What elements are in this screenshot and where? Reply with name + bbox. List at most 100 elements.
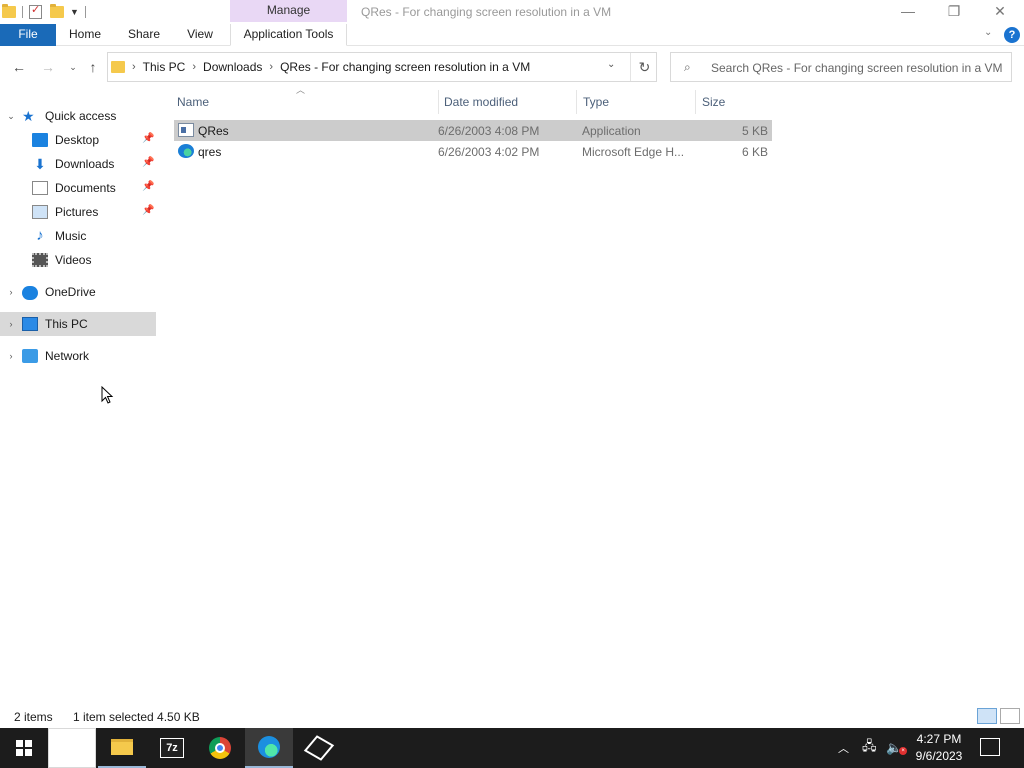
search-icon: ⌕ bbox=[684, 60, 691, 74]
column-header-name[interactable]: Name bbox=[177, 90, 432, 114]
file-row[interactable]: qres 6/26/2003 4:02 PM Microsoft Edge H.… bbox=[174, 141, 772, 162]
chevron-right-icon[interactable]: › bbox=[269, 61, 273, 73]
tab-file[interactable]: File bbox=[0, 24, 56, 46]
up-arrow-icon[interactable]: ↑ bbox=[82, 56, 104, 78]
large-icons-view-icon[interactable] bbox=[1000, 708, 1020, 724]
details-view-icon[interactable] bbox=[977, 708, 997, 724]
help-icon[interactable]: ? bbox=[1004, 27, 1020, 43]
nav-label: Network bbox=[45, 349, 90, 363]
taskbar-7zip[interactable]: 7z bbox=[148, 728, 196, 768]
tab-view[interactable]: View bbox=[181, 24, 219, 46]
cloud-icon bbox=[22, 286, 38, 300]
tab-home[interactable]: Home bbox=[62, 24, 108, 46]
chevron-right-icon[interactable]: › bbox=[0, 319, 22, 329]
taskbar-file-explorer[interactable] bbox=[98, 728, 146, 768]
nav-this-pc[interactable]: › This PC bbox=[0, 312, 156, 336]
clock-time: 4:27 PM bbox=[916, 732, 962, 746]
taskbar-edge[interactable] bbox=[245, 728, 293, 768]
navigation-pane: ⌄ ★ Quick access Desktop 📌 ⬇ Downloads 📌… bbox=[0, 104, 156, 704]
forward-arrow-icon[interactable]: → bbox=[37, 56, 59, 78]
item-count: 2 items bbox=[14, 710, 53, 724]
title-bar: ▼ Manage QRes - For changing screen reso… bbox=[0, 0, 1024, 24]
taskbar-search-button[interactable] bbox=[48, 728, 96, 768]
address-bar[interactable]: › This PC › Downloads › QRes - For chang… bbox=[107, 52, 657, 82]
network-icon bbox=[22, 349, 38, 363]
minimize-button[interactable]: — bbox=[885, 0, 931, 24]
notification-center-icon[interactable] bbox=[980, 738, 1000, 756]
nav-videos[interactable]: Videos bbox=[0, 248, 156, 272]
new-folder-icon[interactable] bbox=[50, 4, 64, 18]
start-button[interactable] bbox=[0, 728, 48, 768]
recent-locations-icon[interactable]: ⌄ bbox=[62, 56, 84, 78]
file-row[interactable]: QRes 6/26/2003 4:08 PM Application 5 KB bbox=[174, 120, 772, 141]
nav-quick-access[interactable]: ⌄ ★ Quick access bbox=[0, 104, 156, 128]
manage-context-header[interactable]: Manage bbox=[230, 0, 347, 22]
computer-icon bbox=[22, 317, 38, 331]
toolbar-divider bbox=[84, 6, 86, 18]
ribbon-tabs: File Home Share View Application Tools ⌄… bbox=[0, 24, 1024, 46]
video-icon bbox=[32, 253, 48, 267]
file-size: 6 KB bbox=[741, 145, 768, 159]
tab-application-tools[interactable]: Application Tools bbox=[230, 24, 347, 46]
nav-label: Pictures bbox=[55, 205, 99, 219]
column-header-type[interactable]: Type bbox=[576, 90, 695, 114]
folder-icon[interactable] bbox=[2, 4, 16, 18]
file-type: Microsoft Edge H... bbox=[582, 145, 685, 159]
back-arrow-icon[interactable]: ← bbox=[8, 56, 30, 78]
file-explorer-icon bbox=[111, 739, 133, 755]
file-name: QRes bbox=[198, 124, 229, 138]
column-header-date-modified[interactable]: Date modified bbox=[438, 90, 576, 114]
restore-button[interactable]: ❐ bbox=[931, 0, 977, 24]
tab-share[interactable]: Share bbox=[123, 24, 165, 46]
nav-label: Desktop bbox=[55, 133, 100, 147]
pin-icon[interactable]: 📌 bbox=[142, 181, 154, 192]
download-icon: ⬇ bbox=[34, 156, 46, 172]
file-date: 6/26/2003 4:02 PM bbox=[438, 145, 540, 159]
status-bar: 2 items 1 item selected 4.50 KB bbox=[0, 704, 1024, 728]
customize-toolbar-icon[interactable]: ▼ bbox=[70, 7, 79, 17]
taskbar-chrome[interactable] bbox=[196, 728, 244, 768]
search-box[interactable]: ⌕ Search QRes - For changing screen reso… bbox=[670, 52, 1012, 82]
star-icon: ★ bbox=[22, 108, 35, 124]
chevron-right-icon[interactable]: › bbox=[0, 287, 22, 297]
document-icon bbox=[32, 181, 48, 195]
pin-icon[interactable]: 📌 bbox=[142, 133, 154, 144]
refresh-icon[interactable]: ↻ bbox=[630, 53, 658, 81]
volume-muted-icon[interactable]: 🔈 × bbox=[886, 728, 908, 768]
window-title: QRes - For changing screen resolution in… bbox=[361, 5, 612, 19]
system-clock[interactable]: 4:27 PM 9/6/2023 bbox=[906, 731, 972, 765]
nav-label: Downloads bbox=[55, 157, 115, 171]
close-button[interactable]: ✕ bbox=[977, 0, 1023, 24]
nav-downloads[interactable]: ⬇ Downloads 📌 bbox=[0, 152, 156, 176]
edge-html-icon bbox=[178, 144, 194, 158]
nav-label: Documents bbox=[55, 181, 116, 195]
network-status-icon[interactable]: 🖧 bbox=[862, 728, 877, 768]
chevron-right-icon[interactable]: › bbox=[0, 351, 22, 361]
nav-desktop[interactable]: Desktop 📌 bbox=[0, 128, 156, 152]
breadcrumb-this-pc[interactable]: This PC bbox=[143, 60, 186, 74]
pin-icon[interactable]: 📌 bbox=[142, 205, 154, 216]
breadcrumb-qres-folder[interactable]: QRes - For changing screen resolution in… bbox=[280, 60, 530, 74]
breadcrumb-downloads[interactable]: Downloads bbox=[203, 60, 262, 74]
desktop-icon bbox=[32, 133, 48, 147]
nav-documents[interactable]: Documents 📌 bbox=[0, 176, 156, 200]
properties-icon[interactable] bbox=[29, 3, 42, 19]
pin-icon[interactable]: 📌 bbox=[142, 157, 154, 168]
chevron-right-icon[interactable]: › bbox=[192, 61, 196, 73]
chevron-right-icon[interactable]: › bbox=[132, 61, 136, 73]
chevron-down-icon[interactable]: ⌄ bbox=[0, 111, 22, 122]
show-hidden-icons-icon[interactable]: ︿ bbox=[838, 728, 849, 768]
nav-music[interactable]: ♪ Music bbox=[0, 224, 156, 248]
nav-pictures[interactable]: Pictures 📌 bbox=[0, 200, 156, 224]
nav-onedrive[interactable]: › OneDrive bbox=[0, 280, 156, 304]
quick-access-toolbar: ▼ bbox=[2, 3, 90, 21]
nav-network[interactable]: › Network bbox=[0, 344, 156, 368]
column-header-size[interactable]: Size bbox=[695, 90, 775, 114]
breadcrumb: › This PC › Downloads › QRes - For chang… bbox=[132, 60, 530, 74]
application-icon bbox=[178, 123, 194, 137]
file-name: qres bbox=[198, 145, 222, 159]
search-icon bbox=[65, 741, 79, 755]
taskbar-3d-app[interactable] bbox=[295, 728, 343, 768]
expand-ribbon-icon[interactable]: ⌄ bbox=[984, 27, 992, 38]
chevron-down-icon[interactable]: ⌄ bbox=[607, 59, 615, 70]
